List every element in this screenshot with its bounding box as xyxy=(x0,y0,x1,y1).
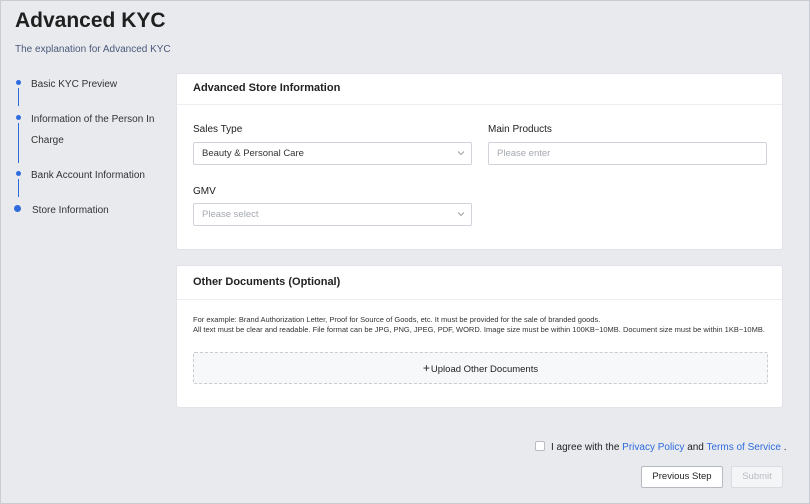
document-requirements-hint: For example: Brand Authorization Letter,… xyxy=(193,315,768,335)
chevron-down-icon xyxy=(457,151,465,156)
step-label: Store Information xyxy=(32,205,109,216)
step-store-information[interactable]: Store Information xyxy=(14,200,174,221)
step-basic-kyc-preview[interactable]: Basic KYC Preview xyxy=(14,74,174,109)
gmv-select[interactable]: Please select xyxy=(193,203,472,226)
sales-type-value: Beauty & Personal Care xyxy=(202,148,304,159)
privacy-policy-link[interactable]: Privacy Policy xyxy=(622,442,684,453)
step-label: Bank Account Information xyxy=(31,170,145,181)
step-bank-account[interactable]: Bank Account Information xyxy=(14,165,174,200)
step-dot-current xyxy=(14,205,21,212)
step-connector xyxy=(18,123,19,163)
step-person-in-charge[interactable]: Information of the Person In Charge xyxy=(14,109,174,165)
store-information-card: Advanced Store Information Sales Type Be… xyxy=(176,73,783,250)
card-title: Advanced Store Information xyxy=(177,74,782,105)
previous-step-button[interactable]: Previous Step xyxy=(641,466,723,488)
upload-other-documents-button[interactable]: +Upload Other Documents xyxy=(193,352,768,384)
step-dot xyxy=(16,80,21,85)
agreement-suffix: . xyxy=(783,442,787,453)
sales-type-select[interactable]: Beauty & Personal Care xyxy=(193,142,472,165)
main-products-label: Main Products xyxy=(488,124,552,135)
agreement-prefix: I agree with the xyxy=(551,442,620,453)
step-label: Information of the Person In xyxy=(31,114,155,125)
plus-icon: + xyxy=(422,361,430,375)
other-documents-card: Other Documents (Optional) For example: … xyxy=(176,265,783,408)
terms-of-service-link[interactable]: Terms of Service xyxy=(706,442,780,453)
agreement-checkbox[interactable] xyxy=(535,441,545,451)
main-products-placeholder: Please enter xyxy=(497,148,551,159)
step-connector xyxy=(18,179,19,197)
agreement-and: and xyxy=(687,442,704,453)
submit-button[interactable]: Submit xyxy=(731,466,783,488)
gmv-label: GMV xyxy=(193,186,216,197)
hint-line: All text must be clear and readable. Fil… xyxy=(193,325,765,334)
gmv-placeholder: Please select xyxy=(202,209,259,220)
agreement-row: I agree with the Privacy Policy and Term… xyxy=(535,441,787,453)
page-title: Advanced KYC xyxy=(15,9,166,32)
step-dot xyxy=(16,171,21,176)
step-connector xyxy=(18,88,19,106)
step-dot xyxy=(16,115,21,120)
chevron-down-icon xyxy=(457,212,465,217)
step-label-continued: Charge xyxy=(31,135,64,146)
step-label: Basic KYC Preview xyxy=(31,79,118,90)
kyc-stepper: Basic KYC Preview Information of the Per… xyxy=(14,74,174,221)
main-products-input[interactable]: Please enter xyxy=(488,142,767,165)
sales-type-label: Sales Type xyxy=(193,124,243,135)
upload-label: Upload Other Documents xyxy=(430,364,539,375)
card-title: Other Documents (Optional) xyxy=(177,266,782,300)
hint-line: For example: Brand Authorization Letter,… xyxy=(193,315,601,324)
page-subtitle: The explanation for Advanced KYC xyxy=(15,44,171,55)
